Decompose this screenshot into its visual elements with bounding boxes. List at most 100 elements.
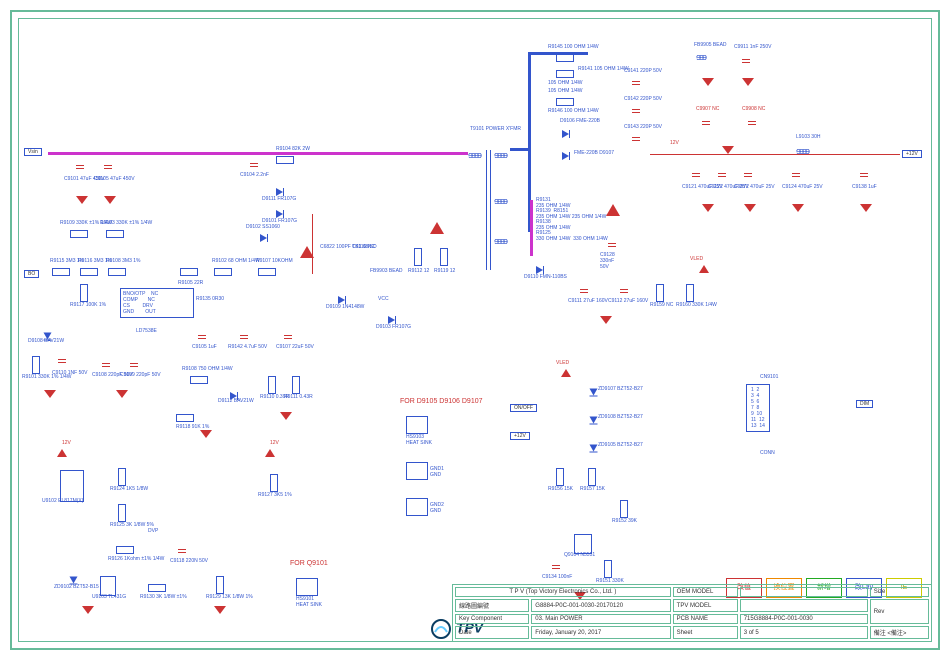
lbl-u9102: U9102 EL817M(X): [42, 498, 83, 504]
lbl-u9103: U9103 TL431G: [92, 594, 126, 600]
wire-aux: [312, 214, 313, 274]
cap-c9138: [860, 170, 868, 180]
xfmr-primary-icon: ɘɘɘɘ: [468, 150, 480, 160]
cap-c9111: [580, 286, 588, 296]
lbl-r9111: R9111 0.43R: [284, 394, 313, 400]
lbl-d9109: D9109 1N4148W: [326, 304, 364, 310]
cap-c9124: [792, 170, 800, 180]
pcb-name-label: PCB NAME: [673, 614, 738, 624]
warn-icon: [606, 204, 620, 216]
lbl-t9101: T9101 POWER X'FMR: [470, 126, 521, 132]
lbl-c9134: C9134 100nF: [542, 574, 572, 580]
gnd-icon: [702, 78, 714, 86]
res-r9146: [556, 98, 574, 106]
lbl-r9126: R9126 1Kohm ±1% 1/4W: [108, 556, 164, 562]
gnd-icon: [82, 606, 94, 614]
zener-zd9105: [590, 445, 598, 452]
lbl-fb9903: FB9903 BEAD: [370, 268, 403, 274]
lbl-vled: VLED: [690, 256, 703, 262]
lbl-gnd1: GND1 GND: [430, 466, 444, 478]
sheet-label: Sheet: [673, 626, 738, 639]
res-r9105: [180, 268, 198, 276]
lbl-r9102: R9102 68 OHM 1/4W: [212, 258, 260, 264]
port-dim: DIM: [856, 400, 873, 408]
lbl-d9111: D9111 FR107G: [262, 196, 296, 202]
cap-c9118: [178, 546, 186, 556]
res-r9157: [588, 468, 596, 486]
note-for-d9105: FOR D9105 D9106 D9107: [400, 398, 483, 405]
lbl-conn: CONN: [760, 450, 775, 456]
gnd-icon: [280, 412, 292, 420]
res-r9103: [106, 230, 124, 238]
pcb-name-value: 715G8884-P0C-001-0030: [740, 614, 868, 624]
arrow-icon: [699, 265, 709, 273]
lbl-fb9905: FB9905 BEAD: [694, 42, 727, 48]
lbl-c9138: C9138 1uF: [852, 184, 877, 190]
xfmr-core: [490, 150, 491, 270]
rail-12v: [650, 154, 900, 155]
gnd-icon: [116, 390, 128, 398]
zener-zd9107: [590, 389, 598, 396]
lbl-c9111: C9111 27uF 160V: [568, 298, 608, 304]
lbl-r9107: R9107 10KOHM: [256, 258, 293, 264]
res-r9108b: [108, 268, 126, 276]
gnd-icon: [702, 204, 714, 212]
diode-d9110: [536, 266, 543, 274]
diode-d9105: [562, 152, 569, 160]
row1-label: 線路圖編號: [455, 599, 529, 612]
res-r9129: [216, 576, 224, 594]
cap-c9101: [76, 162, 84, 172]
diode-d9102: [260, 234, 267, 242]
lbl-r9119: R9119 12: [434, 268, 455, 274]
cap-c9109: [130, 360, 138, 370]
cap-c9128: [608, 240, 616, 250]
lbl-c9142: C9142 220P 50V: [624, 96, 662, 102]
lbl-vcc: VCC: [378, 296, 389, 302]
lbl-c9109: C9109 220pF 50V: [120, 372, 161, 378]
lbl-zd9105: ZD9105 BZT52-B27: [598, 442, 643, 448]
xfmr-sec3-icon: ɘɘɘɘ: [494, 236, 506, 246]
port-onoff: ON/OFF: [510, 404, 537, 412]
lbl-hs9103: HS9103 HEAT SINK: [406, 434, 432, 446]
tpv-logo-icon: [430, 618, 452, 640]
res-r9108: [190, 376, 208, 384]
inductor-l9103: ɘɘɘɘ: [796, 146, 808, 156]
port-12v-b: +12V: [510, 432, 530, 440]
res-r9102: [214, 268, 232, 276]
lbl-gnd2: GND2 GND: [430, 502, 444, 514]
lbl-c9141: C9141 220P 50V: [624, 68, 662, 74]
res-r9101: [32, 356, 40, 374]
cap-c9141: [632, 78, 640, 88]
lbl-r9108: R9108 750 OHM 1/4W: [182, 366, 233, 372]
gnd-icon: [600, 316, 612, 324]
res-r9118: [176, 414, 194, 422]
warn-icon: [300, 246, 314, 258]
res-r9124: [118, 468, 126, 486]
port-vsin: Vsin: [24, 148, 42, 156]
gnd-icon: [742, 78, 754, 86]
lbl-ic9101: LD7538E: [136, 328, 157, 334]
lbl-r9104: R9104 82K 2W: [276, 146, 310, 152]
conn-cn9101: 1 2 3 4 5 6 7 8 9 10 11 12 13 14: [746, 384, 770, 432]
res-r9111: [292, 376, 300, 394]
res-r9117: [80, 284, 88, 302]
lbl-c9872: C9872 470uF 25V: [734, 184, 775, 190]
res-r9112: [414, 248, 422, 266]
lbl-zd9108: ZD9108 BZT52-B27: [598, 414, 643, 420]
lbl-d9110: D9110 FMN-110BS: [524, 274, 567, 280]
lbl-hs9101: HS9101 HEAT SINK: [296, 596, 322, 608]
lbl-r9146: R9146 100 OHM 1/4W: [548, 108, 599, 114]
lbl-dvp: DVP: [148, 528, 158, 534]
lbl-r9160: R9160 330K 1/4W: [676, 302, 717, 308]
lbl-r9145: R9145 100 OHM 1/4W: [548, 44, 599, 50]
cap-r9142: [240, 332, 248, 342]
port-12v-top: 12V: [670, 140, 679, 146]
gnd-icon: [214, 606, 226, 614]
heatsink-hs9103: [406, 416, 428, 434]
gnd-icon: [860, 204, 872, 212]
gnd-icon: [44, 390, 56, 398]
note-label: 備注: [874, 631, 886, 637]
note-for-q9101: FOR Q9101: [290, 560, 328, 567]
tpv-model-label: TPV MODEL: [673, 599, 738, 612]
lbl-r9152: R9152 39K: [612, 518, 637, 524]
